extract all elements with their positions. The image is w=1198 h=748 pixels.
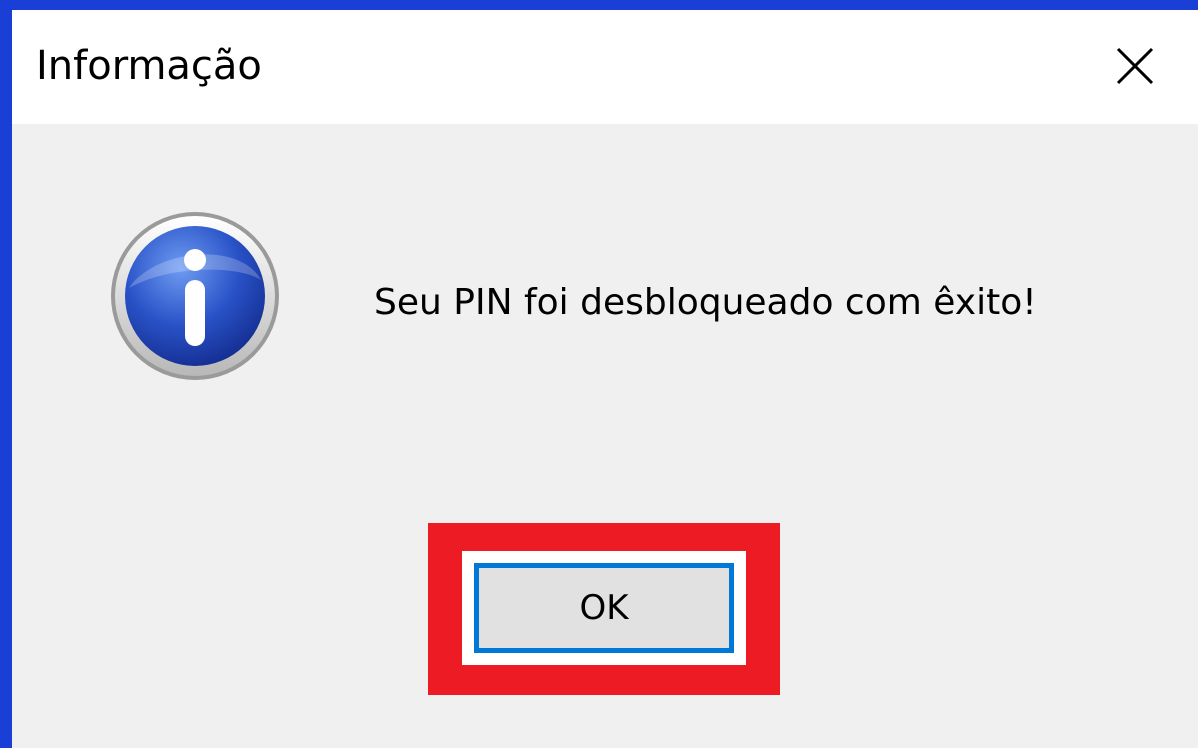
highlight-frame: OK (428, 523, 780, 695)
close-icon (1116, 47, 1154, 85)
dialog-title: Informação (36, 43, 262, 89)
close-button[interactable] (1068, 10, 1198, 124)
ok-button-label: OK (579, 588, 629, 628)
info-icon (111, 212, 279, 380)
title-bar: Informação (12, 10, 1198, 124)
ok-button[interactable]: OK (474, 563, 734, 653)
information-dialog: Informação Seu PIN foi desbloqueado com … (12, 10, 1198, 748)
highlight-inner: OK (462, 551, 746, 665)
dialog-message: Seu PIN foi desbloqueado com êxito! (374, 282, 1037, 323)
